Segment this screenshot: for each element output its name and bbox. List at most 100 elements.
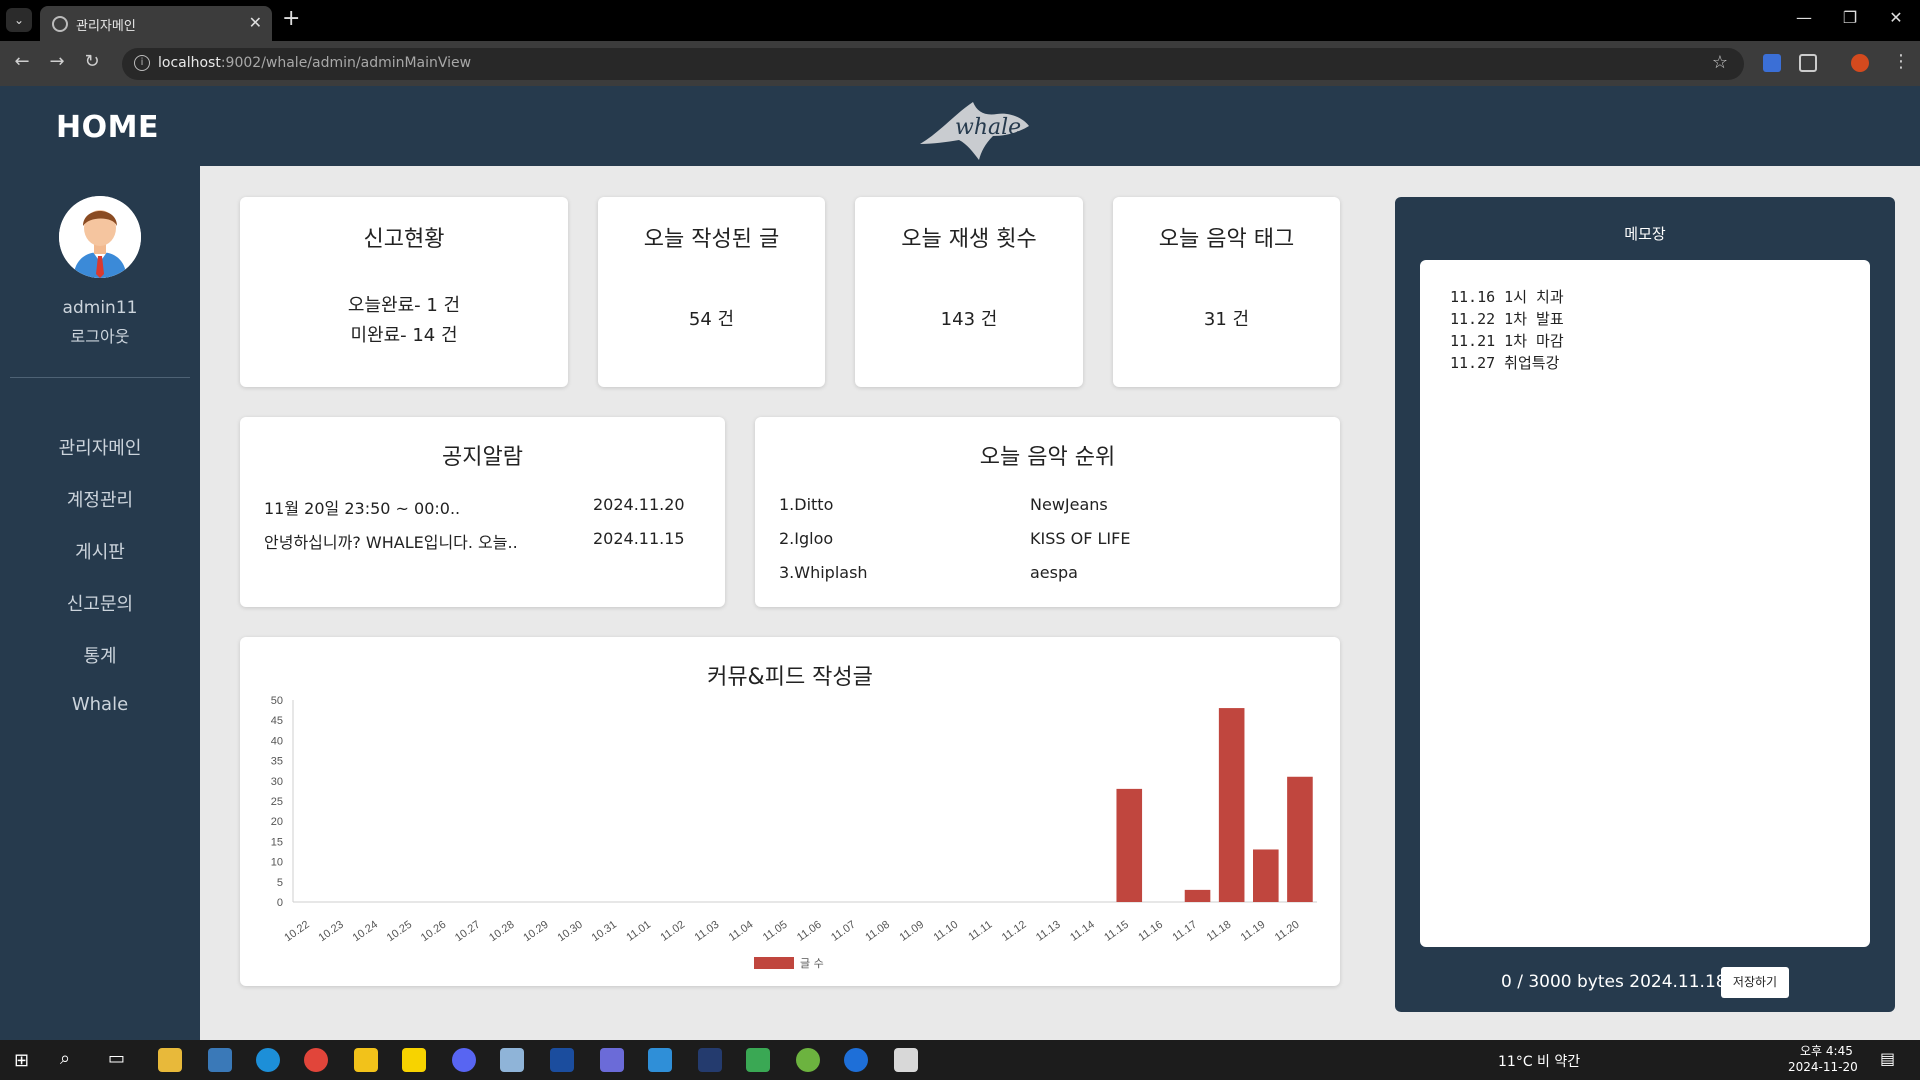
y-tick-label: 25 [271, 796, 283, 808]
sidebar-item-whale[interactable]: Whale [0, 694, 200, 715]
kakaotalk-icon[interactable] [402, 1048, 426, 1072]
notification-icon[interactable]: ▤ [1880, 1049, 1895, 1068]
browser-tab-active[interactable]: 관리자메인 ✕ [40, 6, 272, 41]
bookmark-star-icon[interactable]: ☆ [1712, 52, 1728, 73]
x-tick-label: 11.09 [897, 919, 926, 944]
app-header: HOME whale [0, 86, 1920, 166]
x-tick-label: 11.05 [761, 919, 790, 944]
discord-icon[interactable] [452, 1048, 476, 1072]
globe-icon [52, 16, 68, 32]
forward-icon[interactable]: → [45, 51, 69, 72]
notice-row-text[interactable]: 안녕하십니까? WHALE입니다. 오늘.. [264, 529, 518, 553]
x-tick-label: 10.26 [419, 919, 448, 945]
x-tick-label: 11.07 [829, 919, 858, 944]
x-tick-label: 11.17 [1170, 919, 1199, 944]
ranking-artist: NewJeans [1030, 495, 1108, 514]
card-title: 오늘 작성된 글 [643, 227, 780, 252]
whale-logo[interactable]: whale [915, 92, 1035, 162]
sidebar: admin11 로그아웃 관리자메인 계정관리 게시판 신고문의 통계 Whal… [0, 166, 200, 1040]
avatar [59, 196, 141, 278]
search-icon[interactable]: ⌕ [60, 1048, 70, 1069]
sidebar-item-statistics[interactable]: 통계 [0, 642, 200, 668]
memo-panel: 메모장 11.16 1시 치과 11.22 1차 발표 11.21 1차 마감 … [1395, 197, 1895, 1012]
y-tick-label: 50 [271, 695, 283, 707]
memo-line: 11.21 1차 마감 [1450, 332, 1564, 350]
tab-close-icon[interactable]: ✕ [249, 13, 262, 32]
edge-icon[interactable] [256, 1048, 280, 1072]
chart-bar [1218, 708, 1245, 902]
tab-search-button[interactable]: ⌄ [6, 8, 32, 32]
reload-icon[interactable]: ↻ [80, 51, 104, 72]
app-icon[interactable] [746, 1048, 770, 1072]
x-tick-label: 10.27 [453, 919, 482, 945]
app-icon[interactable] [600, 1048, 624, 1072]
site-info-icon[interactable]: i [134, 55, 150, 71]
y-tick-label: 40 [271, 735, 283, 747]
x-tick-label: 11.20 [1273, 919, 1302, 944]
x-tick-label: 11.10 [932, 919, 961, 944]
y-tick-label: 5 [277, 877, 283, 889]
menu-kebab-icon[interactable]: ⋮ [1892, 51, 1910, 72]
app-icon[interactable] [698, 1048, 722, 1072]
x-tick-label: 10.23 [316, 919, 345, 945]
chrome-icon[interactable] [304, 1048, 328, 1072]
window-close-button[interactable]: ✕ [1876, 8, 1916, 27]
extension-icon[interactable] [1763, 54, 1781, 72]
task-view-icon[interactable]: ▭ [108, 1048, 125, 1069]
back-icon[interactable]: ← [10, 51, 34, 72]
app-icon[interactable] [500, 1048, 524, 1072]
new-tab-button[interactable]: + [282, 7, 300, 31]
music-ranking-card: 오늘 음악 순위 1.Ditto NewJeans 2.Igloo KISS O… [755, 417, 1340, 607]
x-tick-label: 11.04 [727, 919, 756, 944]
notice-row-text[interactable]: 11월 20일 23:50 ~ 00:0.. [264, 495, 460, 519]
file-explorer-icon[interactable] [158, 1048, 182, 1072]
app-icon[interactable] [894, 1048, 918, 1072]
report-status-card: 신고현황 오늘완료- 1 건 미완료- 14 건 [240, 197, 568, 387]
memo-line: 11.27 취업특강 [1450, 354, 1560, 372]
card-title: 오늘 음악 순위 [979, 445, 1116, 470]
sidebar-item-accounts[interactable]: 계정관리 [0, 486, 200, 512]
svg-text:whale: whale [955, 115, 1021, 140]
ranking-song: 2.Igloo [779, 529, 834, 548]
maps-icon[interactable] [844, 1048, 868, 1072]
legend-swatch [754, 957, 794, 969]
sticky-notes-icon[interactable] [354, 1048, 378, 1072]
profile-avatar[interactable] [1851, 54, 1869, 72]
weather-text[interactable]: 11°C 비 약간 [1498, 1051, 1580, 1071]
windows-start-icon[interactable]: ⊞ [14, 1050, 29, 1071]
url-text: localhost:9002/whale/admin/adminMainView [158, 55, 472, 71]
report-done-count: 오늘완료- 1 건 [347, 295, 461, 316]
y-tick-label: 10 [271, 857, 283, 869]
x-tick-label: 11.14 [1068, 919, 1097, 944]
x-tick-label: 11.11 [966, 919, 994, 944]
sidebar-item-reports[interactable]: 신고문의 [0, 590, 200, 616]
notice-row-date: 2024.11.20 [593, 495, 685, 514]
puzzle-icon[interactable] [1799, 54, 1817, 72]
memo-textarea[interactable]: 11.16 1시 치과 11.22 1차 발표 11.21 1차 마감 11.2… [1420, 260, 1870, 947]
x-tick-label: 10.22 [282, 919, 311, 945]
sidebar-item-board[interactable]: 게시판 [0, 538, 200, 564]
sidebar-item-admin-main[interactable]: 관리자메인 [0, 434, 200, 460]
restore-button[interactable]: ❐ [1830, 8, 1870, 27]
logout-link[interactable]: 로그아웃 [0, 323, 200, 347]
minimize-button[interactable]: — [1784, 8, 1824, 27]
username: admin11 [62, 298, 138, 318]
clock-time[interactable]: 오후 4:45 [1800, 1042, 1853, 1059]
memo-save-button[interactable]: 저장하기 [1721, 967, 1789, 998]
home-link[interactable]: HOME [56, 110, 159, 145]
sidebar-divider [10, 377, 190, 378]
y-tick-label: 20 [271, 816, 283, 828]
vscode-icon[interactable] [648, 1048, 672, 1072]
app-icon[interactable] [796, 1048, 820, 1072]
card-title: 오늘 음악 태그 [1158, 227, 1295, 252]
chart-bar [1116, 788, 1143, 902]
x-tick-label: 10.30 [555, 919, 584, 945]
app-icon[interactable] [208, 1048, 232, 1072]
app-icon[interactable] [550, 1048, 574, 1072]
x-tick-label: 11.12 [1000, 919, 1029, 944]
address-bar[interactable]: i localhost:9002/whale/admin/adminMainVi… [122, 48, 1744, 80]
card-title: 공지알람 [442, 445, 523, 470]
clock-date[interactable]: 2024-11-20 [1788, 1060, 1858, 1074]
x-tick-label: 10.29 [521, 919, 550, 945]
x-tick-label: 10.28 [487, 919, 516, 945]
